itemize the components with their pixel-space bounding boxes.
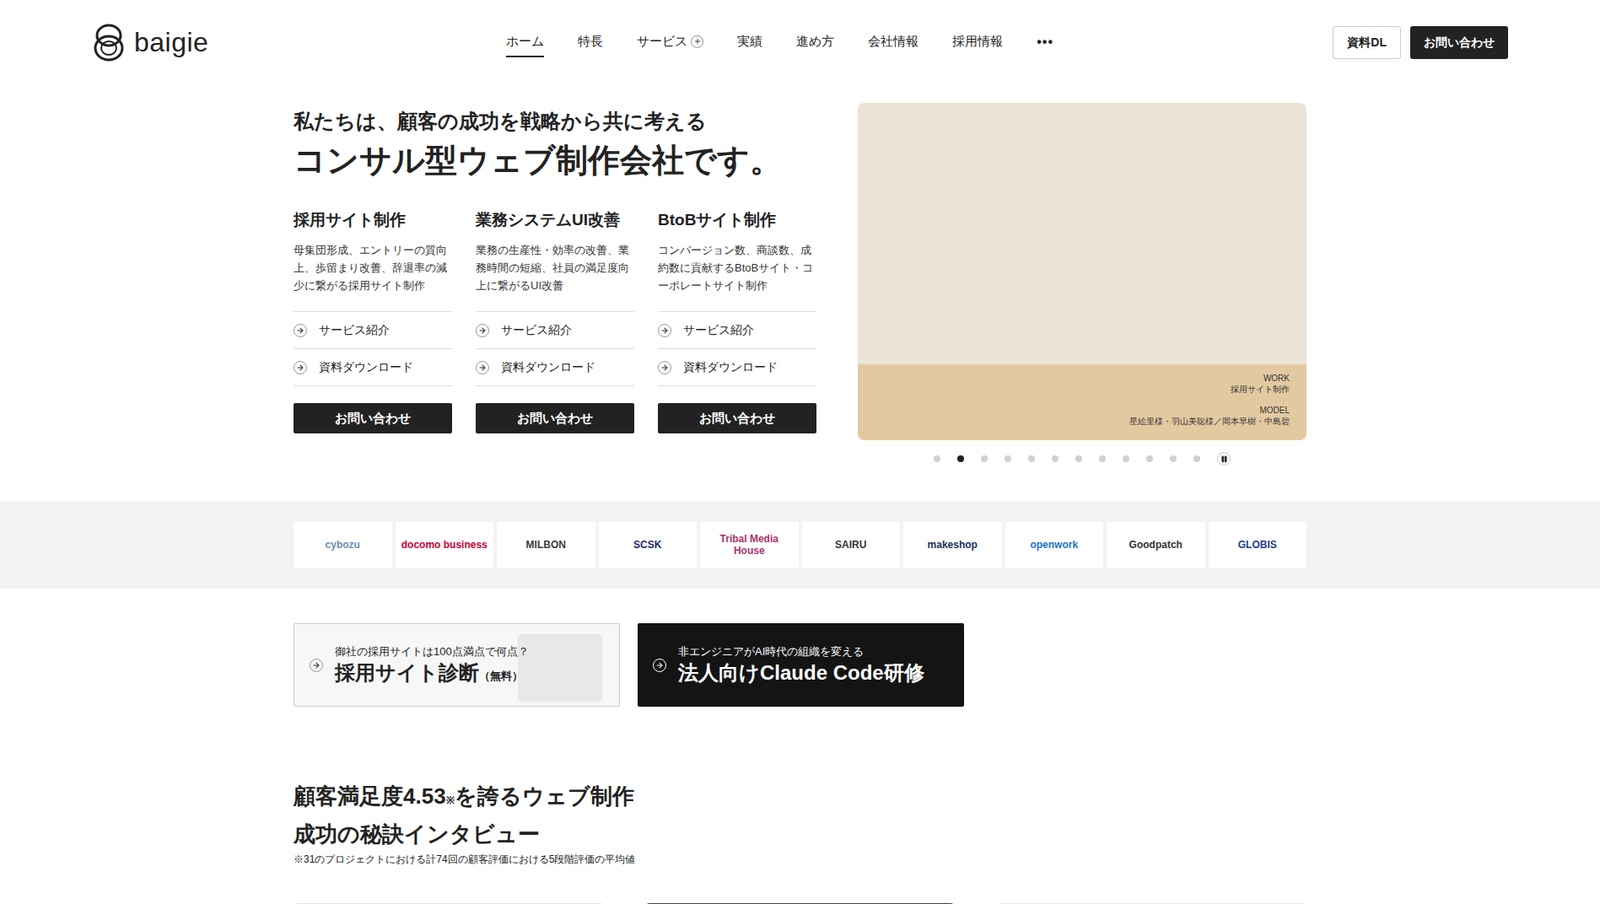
hero-tagline: 私たちは、顧客の成功を戦略から共に考える [293, 107, 834, 135]
service-card: 採用サイト制作母集団形成、エントリーの質向上、歩留まり改善、辞退率の減少に繋がる… [293, 209, 453, 434]
arrow-icon [475, 360, 490, 375]
client-logo: openwork [1005, 522, 1105, 569]
slider-dot[interactable] [1169, 455, 1177, 463]
client-logo: MILBON [496, 522, 596, 569]
slide-photo: WORK採用サイト制作MODEL星絵里様・羽山美聡様／岡本早樹・中島碧 [857, 102, 1307, 441]
service-columns: 採用サイト制作母集団形成、エントリーの質向上、歩留まり改善、辞退率の減少に繋がる… [293, 209, 817, 434]
nav-item[interactable]: 進め方 [796, 26, 835, 59]
service-link[interactable]: サービス紹介 [657, 312, 817, 350]
interview-card[interactable] [644, 903, 956, 904]
nav-item[interactable]: ホーム [506, 26, 545, 59]
header: baigie ホーム特長サービス実績進め方会社情報採用情報 ••• 資料DL お問い合わ… [0, 0, 1600, 85]
nav-item[interactable]: サービス [636, 26, 704, 59]
service-link[interactable]: 資料ダウンロード [657, 349, 817, 387]
contact-button[interactable]: お問い合わせ [475, 403, 635, 434]
arrow-icon [293, 360, 308, 375]
hero-title: コンサル型ウェブ制作会社です。 [293, 140, 834, 181]
contact-button[interactable]: お問い合わせ [293, 403, 453, 434]
banners: 御社の採用サイトは100点満点で何点？採用サイト診断（無料）非エンジニアがAI時… [293, 623, 1307, 707]
service-link[interactable]: サービス紹介 [293, 312, 453, 350]
header-button[interactable]: お問い合わせ [1410, 26, 1509, 60]
slider-dot[interactable] [1122, 455, 1130, 463]
client-logo: SAIRU [802, 522, 901, 569]
hero-text: 私たちは、顧客の成功を戦略から共に考えるコンサル型ウェブ制作会社です。採用サイト… [293, 102, 834, 466]
arrow-icon [309, 658, 324, 673]
slider-dot[interactable] [1193, 455, 1201, 463]
slider-dot[interactable] [1075, 455, 1083, 463]
slide-caption: WORK採用サイト制作MODEL星絵里様・羽山美聡様／岡本早樹・中島碧 [1129, 372, 1290, 427]
slider-dot[interactable] [1098, 455, 1106, 463]
slider-dot[interactable] [957, 455, 965, 463]
slider-dot[interactable] [1004, 455, 1012, 463]
banner[interactable]: 御社の採用サイトは100点満点で何点？採用サイト診断（無料） [293, 623, 620, 707]
service-card: 業務システムUI改善業務の生産性・効率の改善、業務時間の短縮、社員の満足度向上に… [475, 209, 635, 434]
contact-button[interactable]: お問い合わせ [657, 403, 817, 434]
hero: 私たちは、顧客の成功を戦略から共に考えるコンサル型ウェブ制作会社です。採用サイト… [293, 84, 1307, 466]
service-link[interactable]: 資料ダウンロード [475, 349, 635, 387]
slider-dot[interactable] [980, 455, 988, 463]
arrow-icon [475, 323, 490, 338]
logo[interactable]: baigie [91, 21, 227, 63]
client-logo: SCSK [598, 522, 698, 569]
client-logo: cybozu [293, 522, 393, 569]
slider-dot[interactable] [1146, 455, 1153, 463]
interview-note: ※31のプロジェクトにおける計74回の顧客評価における5段階評価の平均値 [293, 852, 1307, 867]
interview: 顧客満足度4.53※を誇るウェブ制作成功の秘訣インタビュー※31のプロジェクトに… [293, 779, 1307, 904]
nav-item[interactable]: 採用情報 [952, 26, 1003, 59]
service-card: BtoBサイト制作コンバージョン数、商談数、成約数に貢献するBtoBサイト・コー… [657, 209, 817, 434]
service-link[interactable]: サービス紹介 [475, 312, 635, 350]
client-logo: makeshop [903, 522, 1003, 569]
interview-card[interactable] [995, 903, 1307, 904]
slider-dot[interactable] [1051, 455, 1059, 463]
interview-cards [293, 903, 1307, 904]
slider-dot[interactable] [933, 455, 941, 463]
header-actions: 資料DL お問い合わせ [1332, 26, 1509, 60]
arrow-icon [657, 323, 672, 338]
interview-card[interactable] [293, 903, 605, 904]
client-logo: GLOBIS [1208, 522, 1308, 569]
nav-item[interactable]: 特長 [577, 26, 604, 59]
slider: WORK採用サイト制作MODEL星絵里様・羽山美聡様／岡本早樹・中島碧 [857, 102, 1307, 466]
page: baigie ホーム特長サービス実績進め方会社情報採用情報 ••• 資料DL お問い合わ… [0, 0, 1600, 904]
client-logos: cybozudocomo businessMILBONSCSKTribal Me… [0, 501, 1600, 589]
more-button[interactable]: ••• [1036, 32, 1054, 53]
nav-item[interactable]: 会社情報 [867, 26, 919, 59]
arrow-icon [652, 658, 667, 673]
plus-icon [690, 35, 704, 49]
interview-title: 顧客満足度4.53※を誇るウェブ制作成功の秘訣インタビュー [293, 779, 1307, 852]
header-button[interactable]: 資料DL [1332, 26, 1401, 60]
logo-icon [91, 22, 126, 62]
service-link[interactable]: 資料ダウンロード [293, 349, 453, 387]
client-logo: Goodpatch [1106, 522, 1206, 569]
slider-dots [933, 452, 1231, 466]
arrow-icon [657, 360, 672, 375]
pause-icon[interactable] [1217, 452, 1231, 466]
banner[interactable]: 非エンジニアがAI時代の組織を変える法人向けClaude Code研修 [637, 623, 965, 707]
nav-item[interactable]: 実績 [737, 26, 763, 59]
arrow-icon [293, 323, 308, 338]
client-logo: docomo business [395, 522, 495, 569]
slider-dot[interactable] [1028, 455, 1035, 463]
client-logo: Tribal Media House [700, 522, 799, 569]
main-nav: ホーム特長サービス実績進め方会社情報採用情報 ••• [506, 26, 1054, 59]
